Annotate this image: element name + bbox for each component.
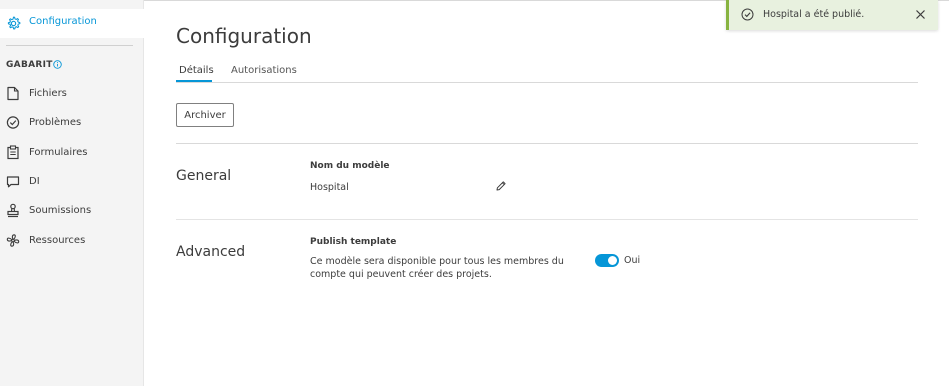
section-divider [176,219,918,220]
sidebar-item-formulaires[interactable]: Formulaires [0,140,144,166]
sidebar-item-ressources[interactable]: Ressources [0,228,144,254]
clipboard-icon [7,145,19,160]
toggle-knob [608,256,617,265]
check-circle-icon [6,116,20,129]
sidebar-section-header: GABARIT [6,60,62,70]
check-circle-icon [741,8,754,21]
section-title-advanced: Advanced [176,244,246,260]
stamp-icon [7,203,19,218]
gear-icon [7,16,21,30]
sidebar-item-label: Fichiers [29,88,67,99]
success-toast: Hospital a été publié. [726,0,938,30]
section-title-general: General [176,168,232,184]
page-title: Configuration [176,24,312,48]
sidebar-item-fichiers[interactable]: Fichiers [0,81,144,107]
file-icon [7,86,19,101]
sidebar-item-di[interactable]: DI [0,169,144,195]
sidebar-item-soumissions[interactable]: Soumissions [0,198,144,224]
tab-details[interactable]: Détails [179,65,214,76]
tab-autorisations[interactable]: Autorisations [231,65,297,76]
publish-template-toggle[interactable] [595,254,619,267]
template-name-label: Nom du modèle [310,161,390,171]
pencil-icon[interactable] [495,180,507,192]
sidebar-item-label: Configuration [29,16,97,27]
toggle-label: Oui [624,255,641,266]
info-icon[interactable] [53,60,62,69]
fan-icon [6,234,20,247]
tabs-divider [176,82,918,83]
sidebar-section-label: GABARIT [6,60,53,70]
sidebar-item-label: Problèmes [29,117,82,128]
section-divider [176,143,918,144]
chat-icon [6,176,20,188]
sidebar-divider [6,45,133,46]
publish-template-description: Ce modèle sera disponible pour tous les … [310,256,564,280]
toast-message: Hospital a été publié. [763,9,865,20]
sidebar: Configuration GABARIT Fichiers Problèmes [0,0,144,386]
sidebar-item-problemes[interactable]: Problèmes [0,110,144,136]
close-icon[interactable] [915,9,926,20]
sidebar-item-configuration[interactable]: Configuration [0,9,144,38]
publish-template-label: Publish template [310,237,397,247]
sidebar-item-label: Soumissions [29,205,92,216]
sidebar-item-label: Formulaires [29,147,88,158]
template-name-value: Hospital [310,182,349,193]
archive-button[interactable]: Archiver [176,103,234,127]
sidebar-item-label: DI [29,176,40,187]
sidebar-item-label: Ressources [29,235,86,246]
